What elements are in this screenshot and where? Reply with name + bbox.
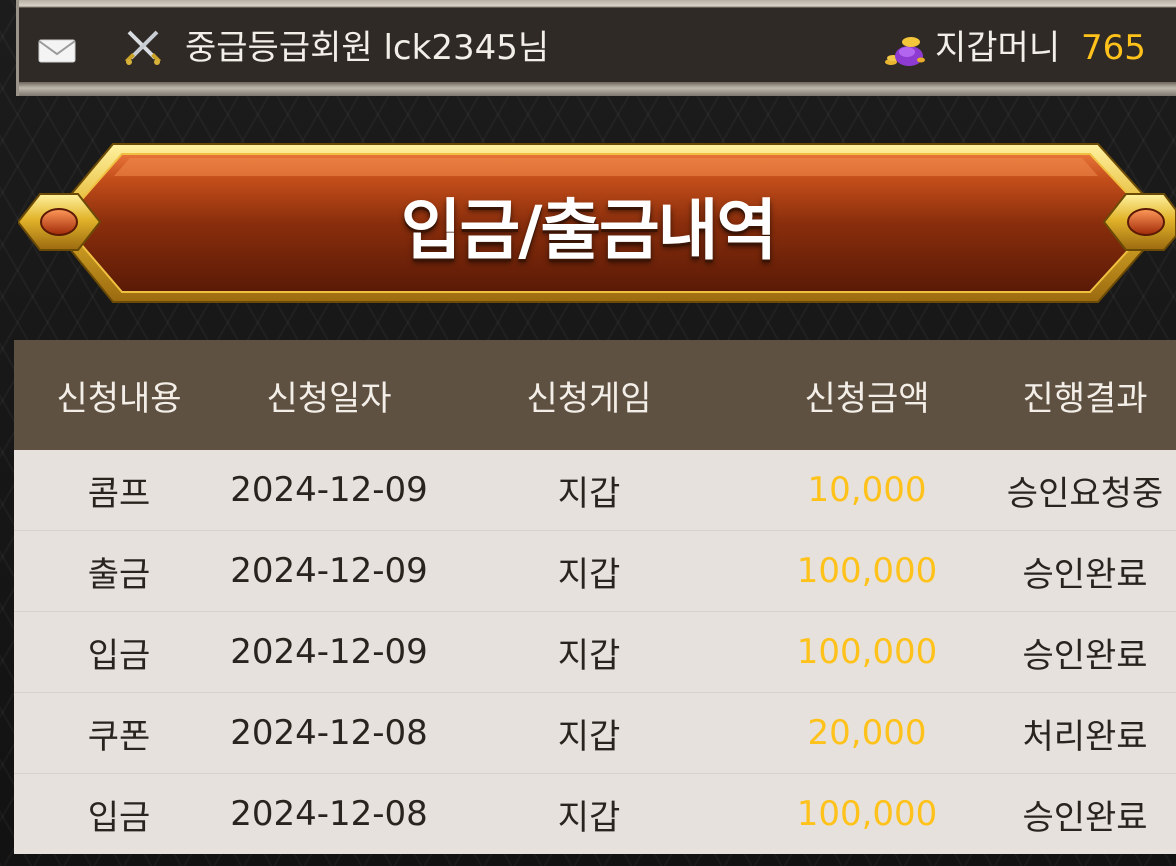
transaction-history-table: 신청내용 신청일자 신청게임 신청금액 진행결과 콤프 2024-12-09 지… (14, 340, 1176, 854)
cell-request-game: 지갑 (557, 554, 621, 595)
cell-request-amount: 100,000 (796, 794, 938, 834)
cell-request-date: 2024-12-09 (230, 632, 428, 672)
title-banner: 입금/출금내역 (18, 140, 1176, 310)
cell-request-game: 지갑 (557, 473, 621, 514)
table-row: 입금 2024-12-09 지갑 100,000 승인완료 (14, 612, 1176, 693)
cell-request-amount: 100,000 (796, 632, 938, 672)
table-row: 출금 2024-12-09 지갑 100,000 승인완료 (14, 531, 1176, 612)
cell-status: 승인완료 (1022, 797, 1148, 838)
cell-request-date: 2024-12-09 (230, 551, 428, 591)
mail-icon[interactable] (37, 36, 77, 66)
cell-request-type: 콤프 (87, 473, 151, 514)
column-header-request-game: 신청게임 (526, 378, 652, 419)
column-header-request-date: 신청일자 (266, 378, 392, 419)
wallet-label: 지갑머니 (935, 28, 1061, 68)
table-row: 입금 2024-12-08 지갑 100,000 승인완료 (14, 774, 1176, 854)
table-header: 신청내용 신청일자 신청게임 신청금액 진행결과 (14, 340, 1176, 450)
member-greeting: 중급등급회원 lck2345님 (185, 28, 550, 68)
table-row: 콤프 2024-12-09 지갑 10,000 승인요청중 (14, 450, 1176, 531)
cell-status: 승인요청중 (1006, 473, 1164, 514)
cell-request-game: 지갑 (557, 797, 621, 838)
cell-request-type: 입금 (87, 635, 151, 676)
cell-status: 승인완료 (1022, 554, 1148, 595)
cell-request-date: 2024-12-08 (230, 794, 428, 834)
cell-request-amount: 100,000 (796, 551, 938, 591)
crossed-swords-icon (125, 30, 161, 65)
table-row: 쿠폰 2024-12-08 지갑 20,000 처리완료 (14, 693, 1176, 774)
cell-request-date: 2024-12-08 (230, 713, 428, 753)
column-header-status: 진행결과 (1022, 378, 1148, 419)
top-bar: 중급등급회원 lck2345님 지갑머니 765 (16, 0, 1176, 96)
wallet-balance: 765 (1081, 28, 1146, 68)
page-title: 입금/출금내역 (400, 192, 777, 269)
cell-request-game: 지갑 (557, 635, 621, 676)
cell-request-type: 입금 (87, 797, 151, 838)
cell-status: 승인완료 (1022, 635, 1148, 676)
cell-request-date: 2024-12-09 (230, 470, 428, 510)
money-bag-icon (885, 37, 925, 66)
column-header-request-type: 신청내용 (56, 378, 182, 419)
cell-request-game: 지갑 (557, 716, 621, 757)
cell-status: 처리완료 (1022, 716, 1148, 757)
cell-request-type: 쿠폰 (87, 716, 151, 757)
column-header-request-amount: 신청금액 (804, 378, 930, 419)
cell-request-amount: 20,000 (807, 713, 927, 753)
top-bar-inner: 중급등급회원 lck2345님 지갑머니 765 (19, 8, 1176, 82)
cell-request-amount: 10,000 (807, 470, 927, 510)
cell-request-type: 출금 (87, 554, 151, 595)
